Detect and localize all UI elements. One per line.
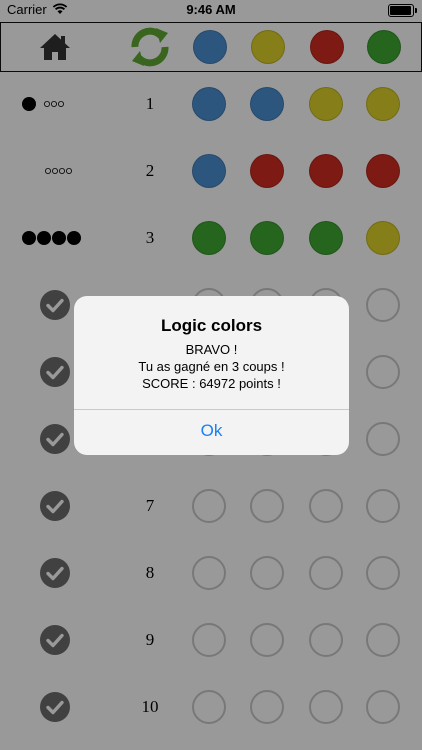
- alert-message-line: SCORE : 64972 points !: [142, 376, 281, 391]
- alert-title: Logic colors: [160, 316, 263, 335]
- alert-message-line: Tu as gagné en 3 coups !: [138, 359, 285, 374]
- alert-dialog: Logic colors BRAVO ! Tu as gagné en 3 co…: [74, 296, 349, 455]
- alert-message-line: BRAVO !: [185, 342, 238, 357]
- ok-button[interactable]: Ok: [74, 410, 349, 455]
